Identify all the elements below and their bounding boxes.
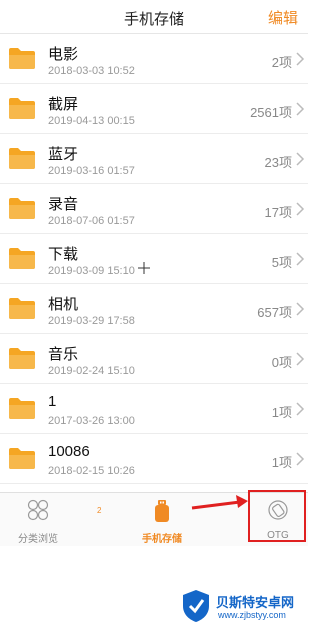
chevron-right-icon [296,402,305,416]
folder-row[interactable]: 1 2017-03-26 13:00 1项 [0,384,308,434]
chevron-right-icon [296,352,305,366]
folder-row[interactable]: 音乐 2019-02-24 15:10 0项 [0,334,308,384]
folder-date: 2019-03-16 01:57 [48,165,135,177]
folder-date: 2018-03-03 10:52 [48,65,135,77]
folder-icon [9,248,35,269]
red-arrow-icon [191,495,248,510]
folder-item-count: 23项 [264,155,292,170]
chevron-right-icon [296,202,305,216]
folder-item-count: 2561项 [250,105,292,120]
folder-item-count: 1项 [271,455,292,470]
chevron-right-icon [296,452,305,466]
tab-phone-storage[interactable]: 手机存储 [130,493,194,547]
folder-date: 2019-03-09 15:10 [48,265,135,277]
edit-button[interactable]: 编辑 [268,7,298,28]
folder-item-count: 1项 [271,405,292,420]
folder-item-count: 5项 [271,255,292,270]
folder-date: 2017-03-26 13:00 [48,415,135,427]
folder-icon [9,48,35,69]
grid-circles-icon [27,499,49,521]
watermark-url: www.zjbstyy.com [218,610,286,620]
folder-name: 10086 [48,443,90,460]
folder-name: 下载 [48,246,79,263]
folder-row[interactable]: 电影 2018-03-03 10:52 2项 [0,34,308,84]
folder-item-count: 0项 [271,355,292,370]
folder-name: 1 [48,393,57,410]
folder-name: 蓝牙 [48,146,79,163]
folder-name: 截屏 [48,96,79,113]
folder-date: 2019-02-24 15:10 [48,365,135,377]
folder-icon [9,398,35,419]
watermark: 贝斯特安卓网 www.zjbstyy.com [180,586,308,628]
chevron-right-icon [296,302,305,316]
phone-storage-icon [155,500,169,522]
tab-category-browse-label: 分类浏览 [18,534,58,545]
folder-row[interactable]: 蓝牙 2019-03-16 01:57 23项 [0,134,308,184]
tab-category-browse[interactable]: 分类浏览 [8,493,68,547]
watermark-title: 贝斯特安卓网 [216,595,295,610]
folder-item-count: 2项 [271,55,292,70]
folder-icon [9,148,35,169]
shield-logo-icon [183,590,209,622]
crosshair-cursor-icon [138,262,150,274]
folder-row[interactable]: 录音 2018-07-06 01:57 17项 [0,184,308,234]
folder-icon [9,298,35,319]
otg-highlight-box [248,490,306,542]
folder-icon [9,448,35,469]
folder-row[interactable]: 下载 2019-03-09 15:10 5项 [0,234,308,284]
folder-name: 相机 [48,296,79,313]
folder-date: 2018-07-06 01:57 [48,215,135,227]
folder-list: 电影 2018-03-03 10:52 2项截屏 2019-04-13 00:15 25… [0,34,308,484]
folder-row[interactable]: 截屏 2019-04-13 00:15 2561项 [0,84,308,134]
folder-date: 2019-04-13 00:15 [48,115,135,127]
folder-icon [9,198,35,219]
folder-name: 电影 [48,46,79,63]
folder-date: 2019-03-29 17:58 [48,315,135,327]
folder-icon [9,98,35,119]
folder-item-count: 657项 [257,305,292,320]
folder-date: 2018-02-15 10:26 [48,465,135,477]
chevron-right-icon [296,102,305,116]
folder-icon [9,348,35,369]
folder-name: 音乐 [48,346,79,363]
tab-phone-storage-label: 手机存储 [142,534,182,545]
folder-item-count: 17项 [264,205,292,220]
folder-row[interactable]: 相机 2019-03-29 17:58 657项 [0,284,308,334]
tab-badge: 2 [97,506,102,515]
chevron-right-icon [296,152,305,166]
folder-row[interactable]: 10086 2018-02-15 10:26 1项 [0,434,308,484]
top-bar: 手机存储 编辑 [0,0,308,34]
chevron-right-icon [296,52,305,66]
folder-name: 录音 [48,196,79,213]
page-title: 手机存储 [123,11,184,28]
chevron-right-icon [296,252,305,266]
